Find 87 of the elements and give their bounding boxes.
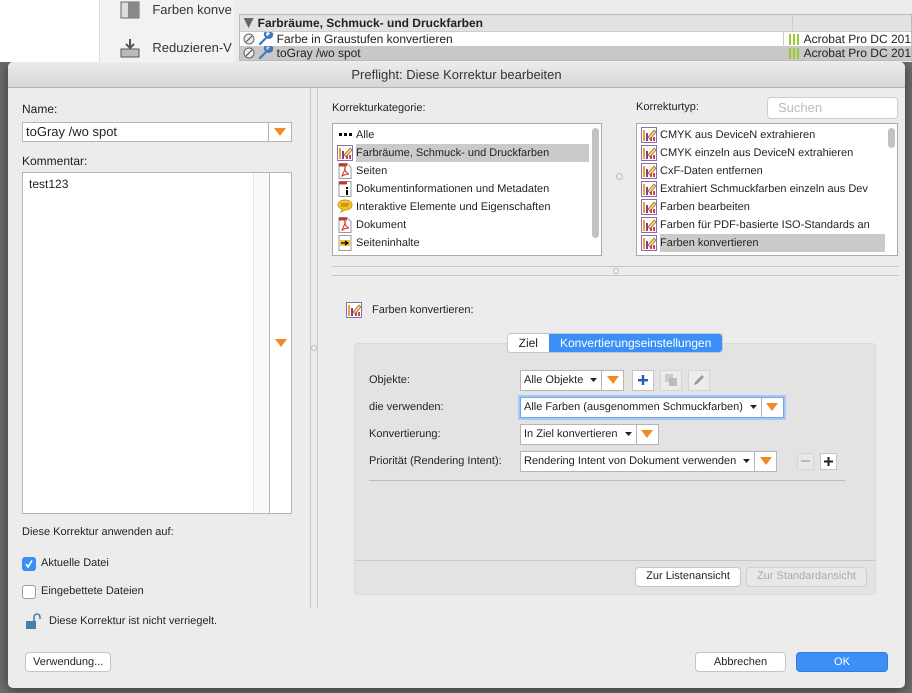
color-swatch-icon: [641, 235, 657, 252]
menu-triangle-icon: [766, 403, 778, 411]
menu-triangle-icon: [606, 376, 619, 384]
bars-icon: [788, 33, 800, 45]
category-label: Korrekturkategorie:: [332, 101, 427, 116]
type-item[interactable]: CMYK aus DeviceN extrahieren: [660, 126, 885, 144]
setting-label: Objekte:: [369, 372, 411, 388]
duplicate-icon[interactable]: [660, 370, 682, 390]
setting-label: Konvertierung:: [369, 426, 442, 442]
name-label: Name:: [22, 101, 58, 118]
speech-bubble-icon: [337, 199, 353, 214]
pdf-document-icon: [338, 217, 352, 234]
search-field[interactable]: Suchen: [767, 96, 898, 119]
color-swatch-icon: [641, 199, 657, 216]
lock-status-text: Diese Korrektur ist nicht verriegelt.: [49, 614, 218, 629]
caret-icon: [590, 378, 598, 382]
type-item[interactable]: Farben bearbeiten: [660, 198, 885, 216]
color-swatch-icon: [641, 181, 657, 198]
menu-triangle-icon: [274, 339, 286, 347]
category-item[interactable]: Seiteninhalte: [356, 234, 589, 252]
color-swatch-icon: [337, 145, 353, 162]
bars-icon: [788, 47, 800, 59]
type-label: Korrekturtyp:: [636, 100, 699, 116]
type-item[interactable]: Farben für PDF-basierte ISO-Standards an: [660, 216, 885, 234]
category-item[interactable]: Interaktive Elemente und Eigenschaften: [356, 198, 589, 216]
plus-icon: [638, 375, 648, 385]
version-text: Acrobat Pro DC 201: [804, 45, 911, 62]
type-item[interactable]: Extrahiert Schmuckfarben einzeln aus Dev: [660, 180, 885, 198]
category-item[interactable]: Farbräume, Schmuck- und Druckfarben: [356, 144, 589, 162]
fixup-title: Farben konvertieren:: [372, 303, 474, 318]
view-button[interactable]: Zur Listenansicht: [635, 566, 741, 586]
menu-triangle-icon: [760, 457, 772, 465]
setting-dropdown[interactable]: Alle Farben (ausgenommen Schmuckfarben): [520, 396, 784, 418]
type-item[interactable]: Farben konvertieren: [660, 234, 885, 252]
tray-download-icon: [120, 38, 140, 58]
color-swatch-icon: [641, 163, 657, 180]
color-swatch-icon: [346, 302, 362, 318]
caret-icon: [743, 459, 750, 463]
caret-icon: [750, 405, 757, 409]
splitter-handle[interactable]: [616, 172, 622, 180]
checkbox-label[interactable]: Aktuelle Datei: [41, 555, 109, 572]
color-swatch-icon: [641, 145, 657, 162]
type-item[interactable]: CxF-Daten entfernen: [660, 162, 885, 180]
sidebar-item[interactable]: Reduzieren-V: [152, 38, 232, 58]
setting-dropdown[interactable]: Alle Objekte: [520, 370, 624, 390]
setting-label: die verwenden:: [369, 400, 445, 415]
plus-icon[interactable]: [820, 452, 838, 470]
pencil-icon[interactable]: [688, 370, 710, 390]
dialog-title-bar: Preflight: Diese Korrektur bearbeiten: [8, 62, 905, 88]
splitter-handle[interactable]: [612, 268, 618, 274]
splitter-handle[interactable]: [311, 345, 317, 351]
menu-triangle-icon: [641, 430, 654, 438]
minus-icon[interactable]: [797, 452, 814, 470]
checkmark-icon: [24, 558, 34, 568]
checkbox-label[interactable]: Eingebettete Dateien: [41, 583, 144, 600]
list-row[interactable]: toGray /wo spot Acrobat Pro DC 201: [240, 46, 911, 60]
add-button[interactable]: [632, 370, 654, 390]
group-header[interactable]: Farbräume, Schmuck- und Druckfarben: [240, 15, 911, 32]
comment-label: Kommentar:: [22, 153, 88, 170]
comment-field[interactable]: test123: [22, 172, 292, 514]
usage-button[interactable]: Verwendung...: [25, 652, 112, 672]
menu-triangle-icon: [274, 128, 286, 136]
wrench-icon: [258, 46, 274, 60]
dots-icon: [338, 133, 352, 136]
setting-label: Priorität (Rendering Intent):: [369, 454, 503, 469]
category-item[interactable]: Alle: [356, 126, 589, 144]
version-text: Acrobat Pro DC 201: [804, 31, 911, 48]
checkbox[interactable]: [22, 556, 36, 570]
wrench-icon: [258, 32, 274, 46]
category-item[interactable]: Seiten: [356, 162, 589, 180]
checkbox[interactable]: [22, 584, 36, 598]
info-document-icon: [338, 181, 352, 198]
setting-dropdown[interactable]: In Ziel konvertieren: [520, 424, 659, 444]
category-item[interactable]: Dokumentinformationen und Metadaten: [356, 180, 589, 198]
setting-dropdown[interactable]: Rendering Intent von Dokument verwenden: [520, 450, 778, 472]
caret-icon: [624, 432, 632, 436]
scrollbar-thumb[interactable]: [888, 128, 894, 148]
apply-label: Diese Korrektur anwenden auf:: [22, 525, 175, 540]
name-combo-field[interactable]: toGray /wo spot: [22, 122, 292, 142]
sidebar-item[interactable]: Farben konve: [152, 0, 232, 20]
cancel-button[interactable]: Abbrechen: [695, 652, 786, 672]
scrollbar-thumb[interactable]: [592, 128, 598, 238]
pdf-document-icon: [338, 163, 352, 180]
category-item[interactable]: Dokument: [356, 216, 589, 234]
type-item[interactable]: CMYK einzeln aus DeviceN extrahieren: [660, 144, 885, 162]
color-swatch-icon: [641, 217, 657, 234]
color-swatch-icon: [641, 127, 657, 144]
